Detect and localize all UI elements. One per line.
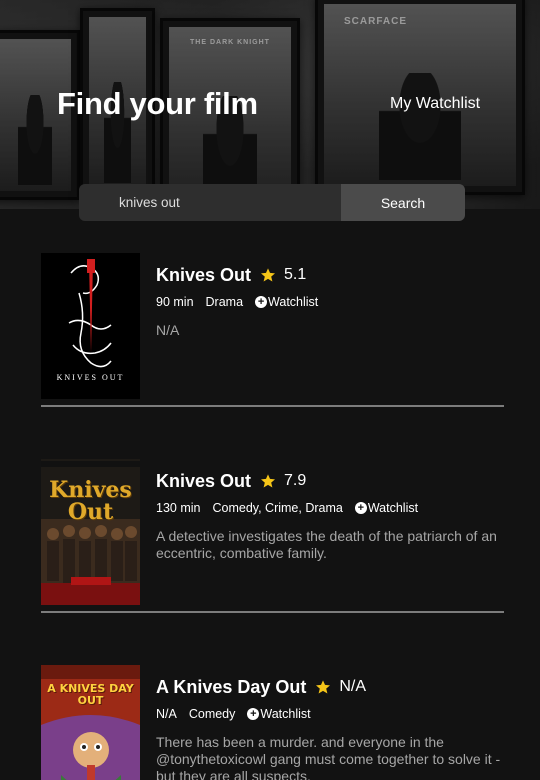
film-card: KNIVES OUT Knives Out 5.1 90 min Drama +…	[41, 253, 504, 399]
film-plot: A detective investigates the death of th…	[156, 528, 497, 561]
poster-title: Knives Out	[49, 477, 132, 525]
add-to-watchlist-button[interactable]: + Watchlist	[247, 707, 311, 721]
star-icon	[316, 680, 331, 694]
film-poster[interactable]: A KNIVES DAY OUT	[41, 665, 140, 780]
film-title: A Knives Day Out	[156, 676, 307, 697]
film-poster[interactable]: KNIVES OUT	[41, 253, 140, 399]
search-button[interactable]: Search	[341, 184, 465, 221]
poster-title: KNIVES OUT	[56, 373, 125, 382]
search-input[interactable]	[79, 184, 341, 221]
plus-circle-icon: +	[354, 502, 367, 514]
divider	[41, 611, 504, 613]
film-title: Knives Out	[156, 470, 252, 491]
film-title: Knives Out	[156, 264, 252, 285]
watchlist-label: Watchlist	[260, 707, 311, 721]
page-title: Find your film	[57, 86, 258, 121]
film-info: A Knives Day Out N/A N/A Comedy + Watchl…	[156, 675, 506, 780]
film-runtime: 90 min	[156, 295, 194, 309]
film-card: A KNIVES DAY OUT A Knives Day Out N/A N/…	[41, 665, 504, 780]
my-watchlist-link[interactable]: My Watchlist	[390, 95, 480, 113]
film-rating: N/A	[339, 678, 367, 695]
add-to-watchlist-button[interactable]: + Watchlist	[354, 501, 419, 515]
film-runtime: N/A	[156, 707, 177, 721]
search-bar: Search	[79, 184, 465, 221]
film-genre: Comedy	[188, 707, 236, 721]
divider	[41, 405, 504, 407]
film-runtime: 130 min	[156, 501, 201, 515]
star-icon	[261, 268, 276, 282]
film-plot: There has been a murder. and everyone in…	[156, 734, 501, 780]
plus-circle-icon: +	[255, 296, 268, 308]
poster-title: A KNIVES DAY OUT	[47, 682, 134, 707]
film-plot: N/A	[156, 322, 180, 338]
film-poster[interactable]: Knives Out	[41, 459, 140, 605]
film-rating: 5.1	[284, 266, 307, 283]
film-rating: 7.9	[284, 472, 307, 489]
film-info: Knives Out 7.9 130 min Comedy, Crime, Dr…	[156, 469, 506, 562]
add-to-watchlist-button[interactable]: + Watchlist	[255, 295, 318, 309]
star-icon	[261, 474, 276, 488]
film-card: Knives Out Knives Out 7.9 130 min Comedy…	[41, 459, 504, 605]
film-genre: Comedy, Crime, Drama	[212, 501, 343, 515]
watchlist-label: Watchlist	[268, 295, 319, 309]
plus-circle-icon: +	[247, 708, 260, 720]
watchlist-label: Watchlist	[367, 501, 419, 515]
film-genre: Drama	[205, 295, 244, 309]
film-info: Knives Out 5.1 90 min Drama + Watchlist …	[156, 263, 506, 339]
